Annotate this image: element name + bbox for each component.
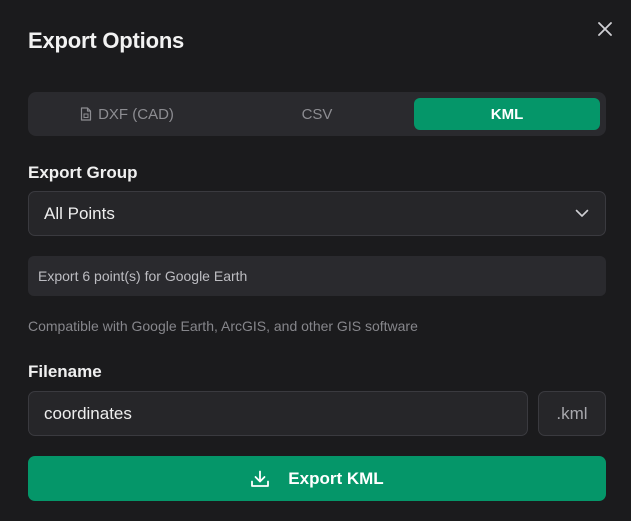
export-group-label: Export Group: [28, 163, 138, 182]
filename-input[interactable]: [28, 391, 528, 436]
file-icon: [80, 107, 92, 121]
export-kml-button[interactable]: Export KML: [28, 456, 606, 501]
export-group-select[interactable]: All Points: [28, 191, 606, 236]
download-icon: [250, 470, 270, 488]
tab-dxf-label: DXF (CAD): [98, 105, 174, 123]
export-group-value: All Points: [44, 203, 115, 223]
format-tabs: DXF (CAD) CSV KML: [28, 92, 606, 136]
filename-label: Filename: [28, 362, 102, 381]
close-icon: [598, 22, 612, 36]
tab-dxf[interactable]: DXF (CAD): [34, 98, 220, 130]
file-extension-label: .kml: [556, 403, 588, 423]
compatibility-helper-text: Compatible with Google Earth, ArcGIS, an…: [28, 318, 418, 334]
tab-kml[interactable]: KML: [414, 98, 600, 130]
export-options-dialog: Export Options DXF (CAD) CSV KML Export …: [0, 0, 631, 521]
chevron-down-icon: [575, 209, 589, 218]
tab-kml-label: KML: [490, 105, 524, 123]
export-info-box: Export 6 point(s) for Google Earth: [28, 256, 606, 296]
export-button-label: Export KML: [288, 468, 384, 488]
tab-csv[interactable]: CSV: [224, 98, 410, 130]
close-button[interactable]: [594, 18, 616, 40]
file-extension: .kml: [538, 391, 606, 436]
export-info-text: Export 6 point(s) for Google Earth: [38, 268, 248, 284]
tab-csv-label: CSV: [301, 105, 333, 123]
dialog-title: Export Options: [28, 28, 185, 53]
